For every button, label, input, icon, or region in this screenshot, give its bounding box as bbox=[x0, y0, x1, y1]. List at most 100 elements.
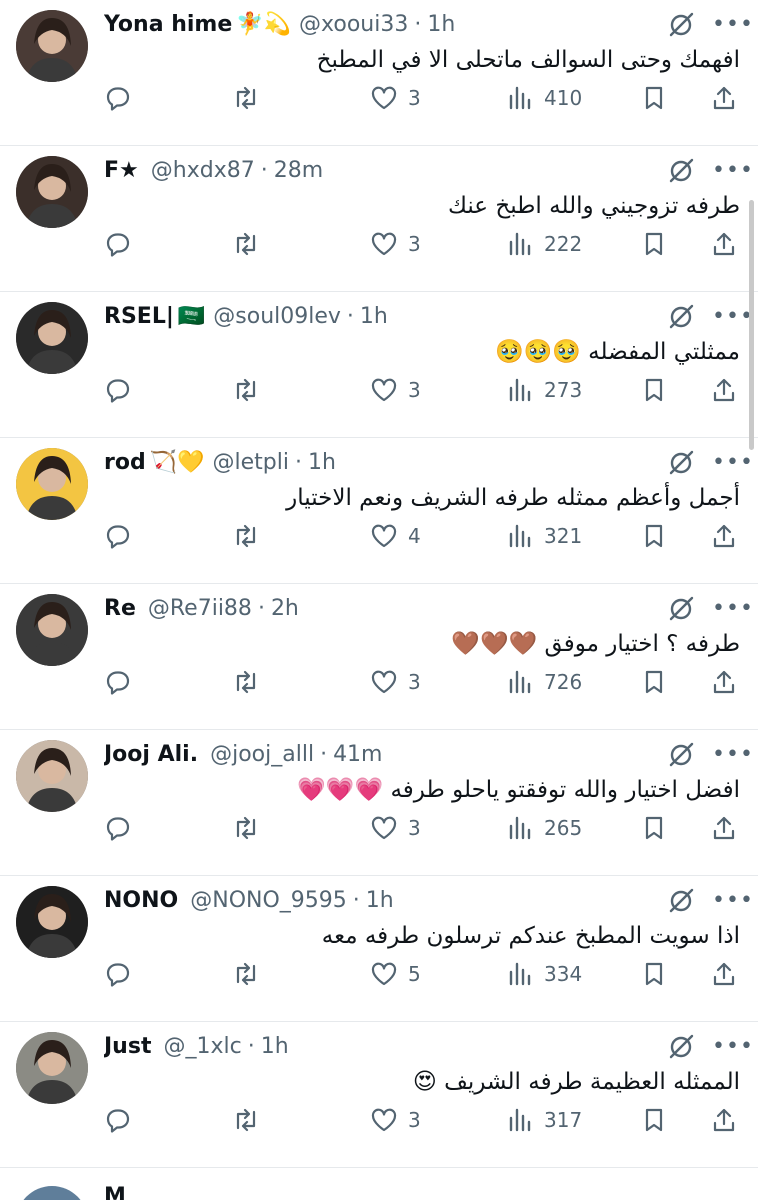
bookmark-button[interactable] bbox=[640, 226, 668, 262]
more-icon[interactable]: ••• bbox=[712, 740, 753, 770]
display-name[interactable]: rod bbox=[104, 450, 146, 475]
avatar[interactable] bbox=[16, 594, 88, 666]
share-button[interactable] bbox=[710, 80, 738, 116]
grok-icon[interactable] bbox=[666, 10, 696, 40]
user-handle[interactable]: @NONO_9595 bbox=[190, 888, 347, 913]
avatar[interactable] bbox=[16, 156, 88, 228]
like-button[interactable]: 3 bbox=[370, 664, 421, 700]
more-icon[interactable]: ••• bbox=[712, 302, 753, 332]
tweet[interactable]: F★ @hxdx87 · 28m ••• طرفه تزوجيني والله … bbox=[0, 146, 758, 292]
display-name[interactable]: Re bbox=[104, 596, 136, 621]
views-button[interactable]: 273 bbox=[506, 372, 582, 408]
tweet[interactable]: Just @_1xlc · 1h ••• الممثله العظيمة طرف… bbox=[0, 1022, 758, 1168]
share-button[interactable] bbox=[710, 664, 738, 700]
timestamp[interactable]: 28m bbox=[274, 158, 323, 183]
more-icon[interactable]: ••• bbox=[712, 886, 753, 916]
like-button[interactable]: 3 bbox=[370, 372, 421, 408]
bookmark-button[interactable] bbox=[640, 372, 668, 408]
tweet[interactable]: rod 🏹💛 @letpli · 1h ••• أجمل وأعظم ممثله… bbox=[0, 438, 758, 584]
reply-button[interactable] bbox=[104, 664, 132, 700]
retweet-button[interactable] bbox=[232, 810, 260, 846]
timestamp[interactable]: 1h bbox=[427, 12, 455, 37]
retweet-button[interactable] bbox=[232, 956, 260, 992]
avatar[interactable] bbox=[16, 302, 88, 374]
like-button[interactable]: 4 bbox=[370, 518, 421, 554]
display-name[interactable]: RSEL| bbox=[104, 304, 174, 329]
tweet[interactable]: Re @Re7ii88 · 2h ••• طرفه ؟ اختيار موفق … bbox=[0, 584, 758, 730]
retweet-button[interactable] bbox=[232, 372, 260, 408]
more-icon[interactable]: ••• bbox=[712, 448, 753, 478]
reply-button[interactable] bbox=[104, 518, 132, 554]
user-handle[interactable]: @xooui33 bbox=[299, 12, 408, 37]
views-button[interactable]: 317 bbox=[506, 1102, 582, 1138]
avatar[interactable] bbox=[16, 886, 88, 958]
timestamp[interactable]: 1h bbox=[366, 888, 394, 913]
more-icon[interactable]: ••• bbox=[712, 156, 753, 186]
bookmark-button[interactable] bbox=[640, 956, 668, 992]
grok-icon[interactable] bbox=[666, 448, 696, 478]
share-button[interactable] bbox=[710, 1102, 738, 1138]
reply-button[interactable] bbox=[104, 810, 132, 846]
avatar[interactable] bbox=[16, 1186, 88, 1200]
display-name[interactable]: Jooj Ali. bbox=[104, 742, 198, 767]
views-button[interactable]: 410 bbox=[506, 80, 582, 116]
more-icon[interactable]: ••• bbox=[712, 1032, 753, 1062]
user-handle[interactable]: @Re7ii88 bbox=[148, 596, 252, 621]
display-name[interactable]: Just bbox=[104, 1034, 151, 1059]
reply-button[interactable] bbox=[104, 372, 132, 408]
views-button[interactable]: 334 bbox=[506, 956, 582, 992]
like-button[interactable]: 5 bbox=[370, 956, 421, 992]
bookmark-button[interactable] bbox=[640, 518, 668, 554]
bookmark-button[interactable] bbox=[640, 80, 668, 116]
more-icon[interactable]: ••• bbox=[712, 10, 753, 40]
avatar[interactable] bbox=[16, 448, 88, 520]
share-button[interactable] bbox=[710, 810, 738, 846]
retweet-button[interactable] bbox=[232, 664, 260, 700]
views-button[interactable]: 321 bbox=[506, 518, 582, 554]
tweet[interactable]: RSEL| 🇸🇦 @soul09lev · 1h ••• ممثلتي المف… bbox=[0, 292, 758, 438]
reply-button[interactable] bbox=[104, 1102, 132, 1138]
reply-button[interactable] bbox=[104, 80, 132, 116]
grok-icon[interactable] bbox=[666, 594, 696, 624]
avatar[interactable] bbox=[16, 10, 88, 82]
share-button[interactable] bbox=[710, 372, 738, 408]
reply-button[interactable] bbox=[104, 226, 132, 262]
bookmark-button[interactable] bbox=[640, 1102, 668, 1138]
user-handle[interactable]: @_1xlc bbox=[163, 1034, 241, 1059]
timestamp[interactable]: 2h bbox=[271, 596, 299, 621]
timestamp[interactable]: 1h bbox=[360, 304, 388, 329]
display-name[interactable]: Yona hime bbox=[104, 12, 232, 37]
grok-icon[interactable] bbox=[666, 886, 696, 916]
user-handle[interactable]: @jooj_alll bbox=[210, 742, 314, 767]
display-name[interactable]: F★ bbox=[104, 158, 139, 183]
avatar[interactable] bbox=[16, 740, 88, 812]
retweet-button[interactable] bbox=[232, 1102, 260, 1138]
user-handle[interactable]: @letpli bbox=[213, 450, 289, 475]
reply-button[interactable] bbox=[104, 956, 132, 992]
tweet[interactable]: Yona hime 🧚💫 @xooui33 · 1h ••• افهمك وحت… bbox=[0, 0, 758, 146]
like-button[interactable]: 3 bbox=[370, 1102, 421, 1138]
timestamp[interactable]: 41m bbox=[333, 742, 382, 767]
grok-icon[interactable] bbox=[666, 1032, 696, 1062]
display-name[interactable]: M bbox=[104, 1184, 126, 1200]
timestamp[interactable]: 1h bbox=[261, 1034, 289, 1059]
share-button[interactable] bbox=[710, 226, 738, 262]
retweet-button[interactable] bbox=[232, 518, 260, 554]
like-button[interactable]: 3 bbox=[370, 226, 421, 262]
grok-icon[interactable] bbox=[666, 156, 696, 186]
retweet-button[interactable] bbox=[232, 226, 260, 262]
bookmark-button[interactable] bbox=[640, 664, 668, 700]
more-icon[interactable]: ••• bbox=[712, 594, 753, 624]
views-button[interactable]: 726 bbox=[506, 664, 582, 700]
bookmark-button[interactable] bbox=[640, 810, 668, 846]
share-button[interactable] bbox=[710, 956, 738, 992]
user-handle[interactable]: @hxdx87 bbox=[151, 158, 255, 183]
timestamp[interactable]: 1h bbox=[308, 450, 336, 475]
tweet[interactable]: NONO @NONO_9595 · 1h ••• اذا سويت المطبخ… bbox=[0, 876, 758, 1022]
grok-icon[interactable] bbox=[666, 740, 696, 770]
tweet[interactable]: Jooj Ali. @jooj_alll · 41m ••• افضل اختي… bbox=[0, 730, 758, 876]
like-button[interactable]: 3 bbox=[370, 810, 421, 846]
share-button[interactable] bbox=[710, 518, 738, 554]
partial-tweet[interactable]: M bbox=[0, 1168, 758, 1200]
grok-icon[interactable] bbox=[666, 302, 696, 332]
